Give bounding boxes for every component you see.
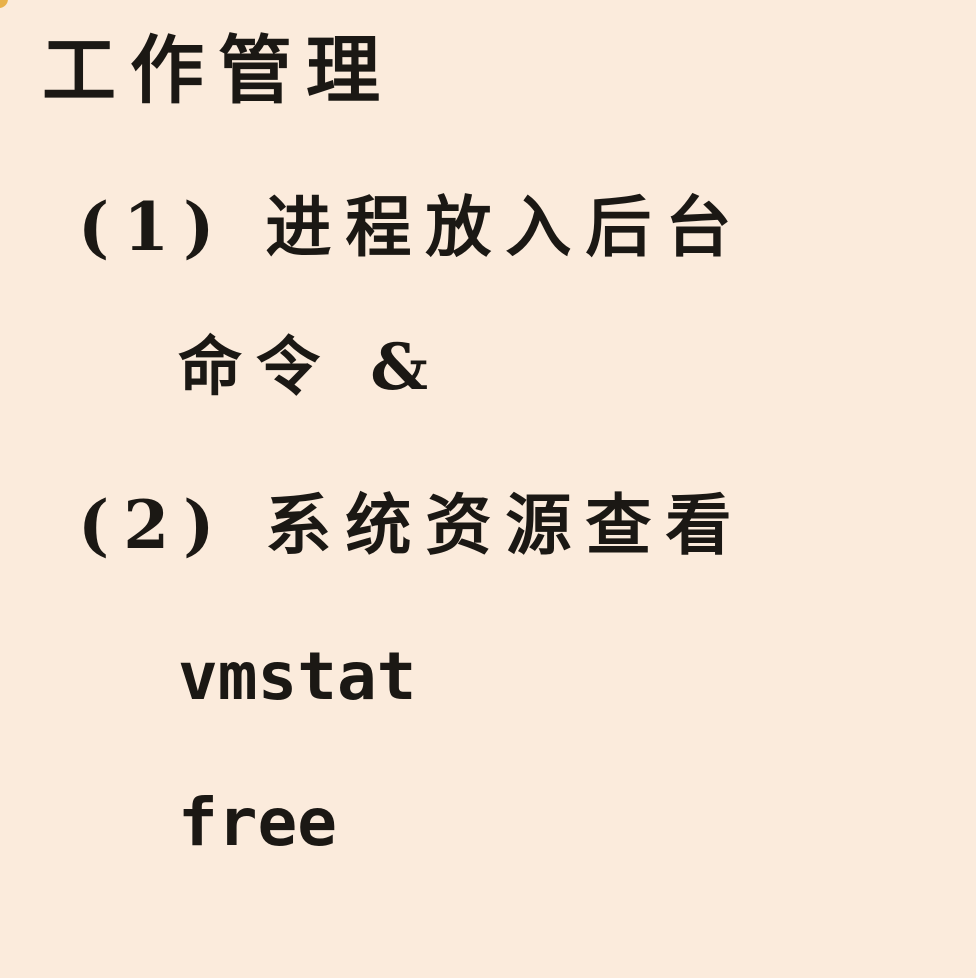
- command-vmstat: vmstat: [178, 638, 417, 715]
- command-background: 命令 &: [178, 330, 443, 405]
- list-item-1-number: (1): [78, 188, 229, 266]
- list-item-1: (1) 进程放入后台: [78, 194, 745, 260]
- list-item-2: (2) 系统资源查看: [78, 492, 745, 558]
- list-item-1-label: 进程放入后台: [265, 188, 746, 266]
- command-free: free: [178, 784, 337, 861]
- corner-mark: [0, 0, 8, 8]
- page-title: 工作管理: [42, 28, 394, 114]
- list-item-2-label: 系统资源查看: [265, 486, 746, 564]
- list-item-2-number: (2): [78, 486, 229, 564]
